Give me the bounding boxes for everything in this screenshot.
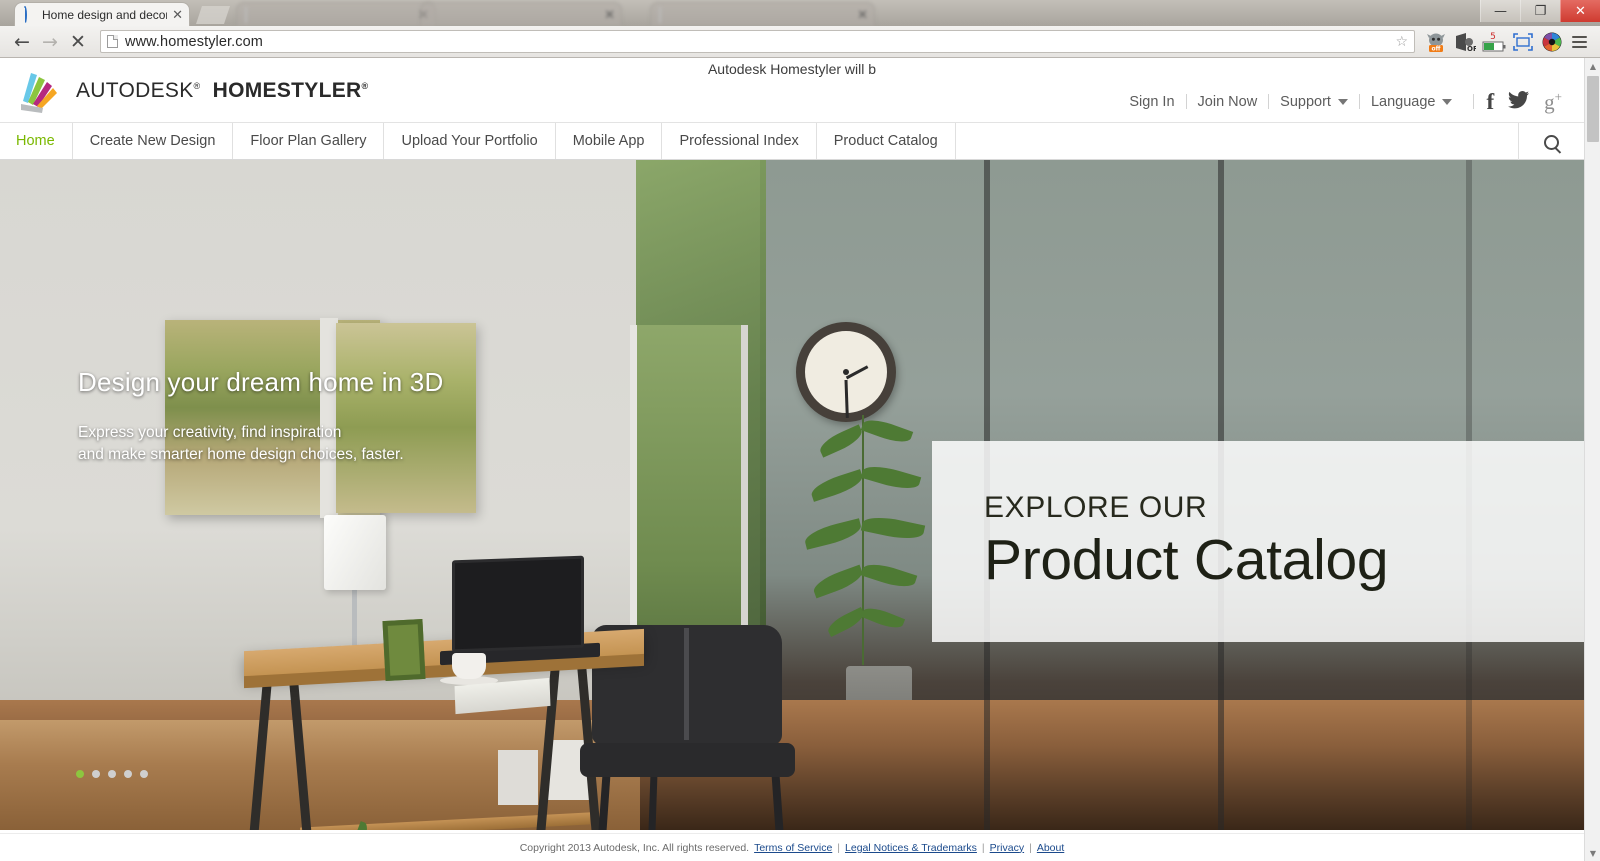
wall-clock-icon	[796, 322, 896, 422]
browser-tab-2[interactable]: ✕	[236, 2, 436, 26]
chevron-down-icon	[1442, 98, 1453, 105]
scroll-up-icon[interactable]: ▲	[1585, 58, 1600, 74]
svg-text:OFF: OFF	[1467, 45, 1476, 53]
join-now-link[interactable]: Join Now	[1187, 94, 1269, 110]
tab-strip: Home design and decorat ✕ ✕ ✕ ✕	[0, 0, 1600, 26]
social-links: f g+	[1486, 90, 1562, 113]
page-info-icon	[107, 35, 118, 48]
nav-item-floor-plan-gallery[interactable]: Floor Plan Gallery	[233, 123, 385, 159]
carousel-dot-2[interactable]	[92, 770, 100, 778]
site-header: Autodesk Homestyler will b AUTODESK® HOM…	[0, 58, 1584, 122]
browser-titlebar: Home design and decorat ✕ ✕ ✕ ✕ —	[0, 0, 1600, 26]
browser-tab-active[interactable]: Home design and decorat ✕	[14, 2, 190, 26]
nav-item-home[interactable]: Home	[0, 123, 73, 159]
divider: |	[981, 841, 985, 854]
brand-homestyler: HOMESTYLER	[212, 79, 362, 102]
url-text: www.homestyler.com	[125, 33, 263, 50]
page-viewport: Autodesk Homestyler will b AUTODESK® HOM…	[0, 58, 1584, 861]
site-footer: Copyright 2013 Autodesk, Inc. All rights…	[0, 833, 1584, 861]
maximize-button[interactable]: ❐	[1520, 0, 1560, 22]
hamburger-menu-icon[interactable]	[1566, 28, 1592, 56]
footer-link-terms[interactable]: Terms of Service	[754, 842, 832, 854]
close-icon[interactable]: ✕	[857, 8, 868, 21]
reg-mark: ®	[361, 81, 369, 91]
catalog-eyebrow: EXPLORE OUR	[984, 490, 1208, 524]
divider: |	[1029, 841, 1032, 854]
divider: |	[837, 841, 841, 854]
browser-tab-3[interactable]: ✕	[420, 2, 622, 26]
page-icon	[245, 7, 258, 23]
chevron-down-icon	[1337, 98, 1348, 105]
hero-copy: Design your dream home in 3D Express you…	[78, 367, 443, 466]
nav-item-upload-your-portfolio[interactable]: Upload Your Portfolio	[384, 123, 556, 159]
google-plus-icon[interactable]: g+	[1544, 90, 1562, 113]
footer-link-privacy[interactable]: Privacy	[990, 842, 1024, 854]
support-menu[interactable]: Support	[1269, 94, 1359, 110]
svg-text:off: off	[1431, 45, 1440, 52]
bookmark-star-icon[interactable]: ☆	[1395, 34, 1408, 50]
catalog-title: Product Catalog	[984, 527, 1389, 592]
loading-spinner-icon	[23, 6, 36, 24]
minimize-button[interactable]: —	[1480, 0, 1520, 22]
homestyler-fan-logo-icon	[16, 69, 64, 113]
window-controls: — ❐ ✕	[1480, 0, 1600, 22]
hero-carousel: Design your dream home in 3D Express you…	[0, 160, 1584, 830]
scroll-down-icon[interactable]: ▼	[1585, 845, 1600, 861]
carousel-dot-4[interactable]	[124, 770, 132, 778]
site-logo[interactable]: AUTODESK® HOMESTYLER®	[16, 69, 368, 113]
page-scrollbar[interactable]: ▲ ▼	[1584, 58, 1600, 861]
nav-item-product-catalog[interactable]: Product Catalog	[817, 123, 956, 159]
browser-tab-4[interactable]: ✕	[650, 2, 875, 26]
new-tab-button[interactable]	[196, 6, 230, 24]
footer-link-legal[interactable]: Legal Notices & Trademarks	[845, 842, 977, 854]
carousel-dot-1[interactable]	[76, 770, 84, 778]
main-navigation: Home Create New Design Floor Plan Galler…	[0, 122, 1584, 161]
facebook-icon[interactable]: f	[1486, 90, 1494, 113]
color-wheel-icon[interactable]	[1537, 28, 1566, 56]
hero-subtext-line2: and make smarter home design choices, fa…	[78, 446, 404, 463]
browser-window: Home design and decorat ✕ ✕ ✕ ✕ —	[0, 0, 1600, 861]
nav-item-create-new-design[interactable]: Create New Design	[73, 123, 234, 159]
search-icon	[1544, 134, 1559, 150]
nav-item-professional-index[interactable]: Professional Index	[662, 123, 817, 159]
hero-headline: Design your dream home in 3D	[78, 367, 444, 397]
carousel-dot-3[interactable]	[108, 770, 116, 778]
page-icon	[659, 7, 672, 23]
support-label: Support	[1280, 93, 1331, 110]
browser-toolbar: ← → ✕ www.homestyler.com ☆ off OFF	[0, 26, 1600, 58]
hero-subtext-line1: Express your creativity, find inspiratio…	[78, 424, 342, 441]
nav-item-mobile-app[interactable]: Mobile App	[556, 123, 663, 159]
close-window-button[interactable]: ✕	[1560, 0, 1600, 22]
divider	[1473, 94, 1475, 109]
twitter-icon[interactable]	[1508, 90, 1530, 113]
tab-title: Home design and decorat	[42, 7, 168, 22]
reg-mark: ®	[193, 81, 201, 91]
language-label: Language	[1370, 93, 1436, 110]
brand-wordmark: AUTODESK® HOMESTYLER®	[76, 79, 368, 103]
sign-in-link[interactable]: Sign In	[1118, 94, 1185, 110]
screen-capture-icon[interactable]	[1508, 28, 1537, 56]
carousel-dot-5[interactable]	[140, 770, 148, 778]
search-button[interactable]	[1518, 123, 1584, 161]
adblock-off-icon[interactable]: off	[1421, 28, 1450, 56]
svg-text:5: 5	[1490, 32, 1496, 42]
language-menu[interactable]: Language	[1360, 94, 1464, 110]
brand-autodesk: AUTODESK	[76, 79, 194, 102]
product-catalog-panel[interactable]: EXPLORE OUR Product Catalog	[932, 441, 1584, 642]
footer-link-about[interactable]: About	[1037, 842, 1064, 854]
header-utility-nav: Sign In Join Now Support Language f g+	[1118, 90, 1562, 113]
back-button[interactable]: ←	[8, 28, 36, 56]
footer-copyright: Copyright 2013 Autodesk, Inc. All rights…	[519, 841, 750, 854]
close-icon[interactable]: ✕	[604, 8, 615, 21]
stop-button[interactable]: ✕	[64, 28, 92, 56]
address-bar[interactable]: www.homestyler.com ☆	[100, 30, 1415, 53]
carousel-pagination[interactable]	[76, 770, 148, 778]
battery-meter-icon[interactable]: 5	[1479, 28, 1508, 56]
dark-circle-icon	[429, 8, 442, 21]
close-icon[interactable]: ✕	[172, 8, 183, 21]
forward-button[interactable]: →	[36, 28, 64, 56]
flash-off-icon[interactable]: OFF	[1450, 28, 1479, 56]
scrollbar-thumb[interactable]	[1587, 76, 1599, 142]
